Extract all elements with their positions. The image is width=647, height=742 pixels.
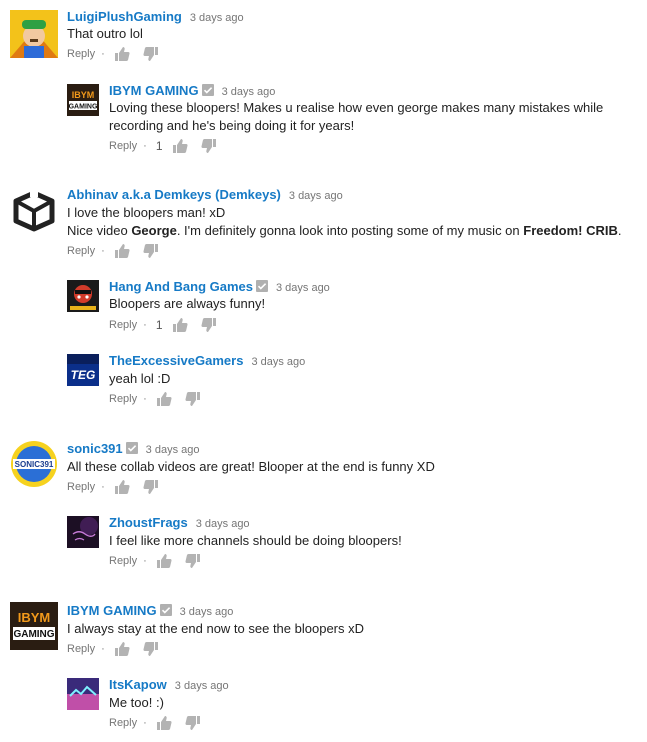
comment-timestamp[interactable]: 3 days ago <box>222 86 276 98</box>
comment-text: Loving these bloopers! Makes u realise h… <box>109 99 603 135</box>
comment-timestamp[interactable]: 3 days ago <box>289 190 343 202</box>
comment-author[interactable]: LuigiPlushGaming <box>67 9 182 24</box>
comment-text: Bloopers are always funny! <box>109 296 266 311</box>
comment-timestamp[interactable]: 3 days ago <box>175 680 229 692</box>
avatar[interactable]: TEG <box>67 354 99 386</box>
verified-check-icon <box>201 84 214 96</box>
comment-author[interactable]: ZhoustFrags <box>109 515 188 530</box>
comment-timestamp[interactable]: 3 days ago <box>196 518 250 530</box>
thumbs-down-icon[interactable] <box>143 641 159 657</box>
verified-check-icon <box>255 280 268 292</box>
like-count: 1 <box>155 318 163 333</box>
comment-text-line: Loving these bloopers! Makes u realise h… <box>109 100 604 115</box>
avatar-text: SONIC391 <box>15 460 54 469</box>
reply-button[interactable]: Reply <box>109 138 137 154</box>
comment-timestamp[interactable]: 3 days ago <box>276 282 330 294</box>
verified-check-icon <box>159 604 172 616</box>
thumbs-down-icon[interactable] <box>185 553 201 569</box>
comment-author[interactable]: Hang And Bang Games <box>109 279 253 294</box>
comment-text: I feel like more channels should be doin… <box>109 533 402 548</box>
text-fragment-bold: George <box>131 223 177 238</box>
reply-button[interactable]: Reply <box>109 391 137 407</box>
avatar-text: IBYM <box>18 610 51 625</box>
reply-button[interactable]: Reply <box>67 641 95 657</box>
separator-dot: · <box>101 643 105 656</box>
avatar-text: GAMING <box>69 104 98 111</box>
reply-button[interactable]: Reply <box>109 317 137 333</box>
avatar[interactable]: IBYM GAMING <box>67 84 99 116</box>
thumbs-down-icon[interactable] <box>143 243 159 259</box>
text-fragment: . I'm definitely gonna look into posting… <box>176 223 524 238</box>
thumbs-up-icon[interactable] <box>114 46 130 62</box>
comment-timestamp[interactable]: 3 days ago <box>251 356 305 368</box>
comment-author[interactable]: sonic391 <box>67 441 123 456</box>
comment-author[interactable]: IBYM GAMING <box>67 603 157 618</box>
avatar[interactable] <box>67 280 99 312</box>
text-fragment: Nice video <box>67 223 132 238</box>
comment-text: Me too! :) <box>109 695 164 710</box>
thumbs-down-icon[interactable] <box>201 138 217 154</box>
thumbs-up-icon[interactable] <box>172 138 188 154</box>
comment-text-line: recording and he's being doing it for ye… <box>109 118 355 133</box>
thumbs-up-icon[interactable] <box>114 479 130 495</box>
thumbs-down-icon[interactable] <box>143 46 159 62</box>
comment-author[interactable]: IBYM GAMING <box>109 83 199 98</box>
separator-dot: · <box>143 393 147 406</box>
thumbs-down-icon[interactable] <box>185 715 201 731</box>
reply-button[interactable]: Reply <box>109 715 137 731</box>
separator-dot: · <box>143 140 147 153</box>
reply-button[interactable]: Reply <box>67 243 95 259</box>
reply-button[interactable]: Reply <box>67 479 95 495</box>
comment-text: I always stay at the end now to see the … <box>67 621 365 636</box>
thumbs-up-icon[interactable] <box>156 553 172 569</box>
comment-timestamp[interactable]: 3 days ago <box>190 12 244 24</box>
thumbs-up-icon[interactable] <box>114 641 130 657</box>
thumbs-up-icon[interactable] <box>172 317 188 333</box>
thumbs-up-icon[interactable] <box>114 243 130 259</box>
comment-timestamp[interactable]: 3 days ago <box>146 444 200 456</box>
comment-author[interactable]: Abhinav a.k.a Demkeys (Demkeys) <box>67 187 281 202</box>
comment-text: I love the bloopers man! xD Nice video G… <box>67 204 622 240</box>
comment-author[interactable]: TheExcessiveGamers <box>109 353 243 368</box>
comment-text: That outro lol <box>67 26 143 41</box>
reply-button[interactable]: Reply <box>109 553 137 569</box>
thumbs-up-icon[interactable] <box>156 715 172 731</box>
avatar[interactable] <box>67 516 99 548</box>
separator-dot: · <box>101 245 105 258</box>
comment-text: All these collab videos are great! Bloop… <box>67 459 435 474</box>
thumbs-down-icon[interactable] <box>143 479 159 495</box>
comment-author[interactable]: ItsKapow <box>109 677 167 692</box>
avatar-text: TEG <box>71 368 96 382</box>
verified-check-icon <box>125 442 138 454</box>
thumbs-down-icon[interactable] <box>201 317 217 333</box>
avatar-text: GAMING <box>13 629 54 640</box>
text-fragment-bold: Freedom! CRIB <box>523 223 618 238</box>
avatar[interactable] <box>10 10 58 58</box>
like-count: 1 <box>155 139 163 154</box>
avatar-text: IBYM <box>72 90 95 100</box>
separator-dot: · <box>143 555 147 568</box>
comment-text-line: Nice video George. I'm definitely gonna … <box>67 222 622 240</box>
avatar[interactable] <box>10 187 58 235</box>
avatar[interactable]: SONIC391 <box>10 440 58 488</box>
separator-dot: · <box>101 48 105 61</box>
thumbs-up-icon[interactable] <box>156 391 172 407</box>
reply-button[interactable]: Reply <box>67 46 95 62</box>
separator-dot: · <box>143 717 147 730</box>
text-fragment: . <box>617 223 622 238</box>
comment-text-line: I love the bloopers man! xD <box>67 205 226 220</box>
avatar[interactable]: IBYM GAMING <box>10 602 58 650</box>
separator-dot: · <box>101 481 105 494</box>
comment-timestamp[interactable]: 3 days ago <box>180 606 234 618</box>
separator-dot: · <box>143 319 147 332</box>
comment-text: yeah lol :D <box>109 371 171 386</box>
thumbs-down-icon[interactable] <box>185 391 201 407</box>
avatar[interactable] <box>67 678 99 710</box>
